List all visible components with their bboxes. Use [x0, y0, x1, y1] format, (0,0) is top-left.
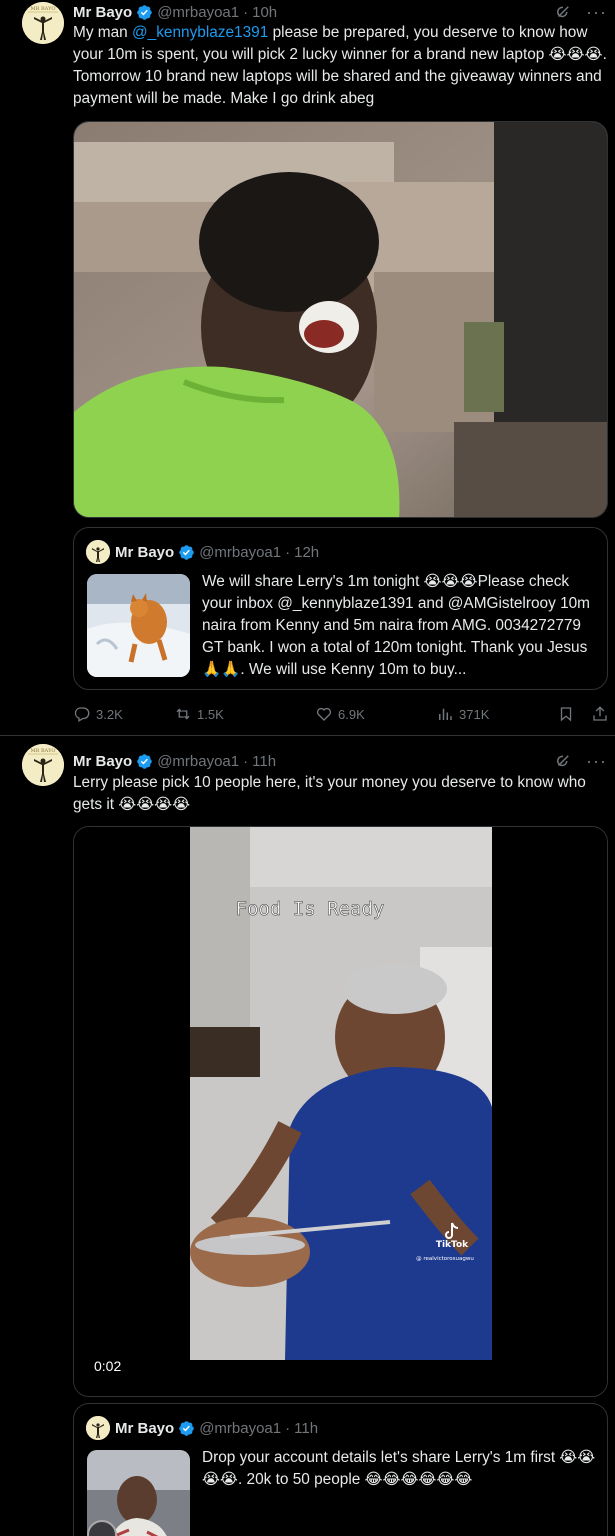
separator-dot: · [243, 752, 249, 770]
laughing-kid-image [74, 122, 607, 517]
view-count: 371K [459, 706, 490, 722]
quoted-avatar [86, 540, 110, 564]
repost-button[interactable]: 1.5K [174, 705, 224, 723]
svg-text:MR BAYO: MR BAYO [31, 748, 56, 754]
author-handle[interactable]: @mrbayoa1 [157, 753, 239, 770]
bookmark-icon [560, 707, 572, 722]
timestamp[interactable]: 11h [252, 753, 276, 770]
quoted-tweet-text: Drop your account details let's share Le… [202, 1449, 596, 1488]
person-in-car-image [87, 1450, 190, 1536]
video-duration: 0:02 [94, 1358, 122, 1374]
more-options-icon[interactable]: ··· [586, 752, 607, 770]
grok-icon[interactable] [554, 3, 572, 21]
timestamp: 12h [294, 543, 320, 561]
tweet[interactable]: MR BAYO Mr Bayo @mrbayoa1 · 11h ··· Lerr… [0, 737, 615, 1536]
heart-icon [316, 707, 332, 721]
author-name[interactable]: Mr Bayo [73, 4, 132, 21]
bookmark-button[interactable] [557, 705, 575, 723]
video-frame: Food Is Ready TikTok @ realvictorosuagwu [74, 827, 607, 1396]
author-handle: @mrbayoa1 [199, 1419, 282, 1437]
tweet-text: Lerry please pick 10 people here, it's y… [73, 774, 586, 813]
avatar-image: MR BAYO [22, 2, 64, 44]
avatar-image [86, 540, 110, 564]
author-name: Mr Bayo [115, 1419, 175, 1437]
timestamp[interactable]: 10h [252, 4, 277, 21]
like-count: 6.9K [338, 706, 365, 722]
author-name[interactable]: Mr Bayo [73, 753, 132, 770]
share-icon [593, 706, 607, 721]
quoted-tweet[interactable]: Mr Bayo @mrbayoa1 · 12h We will share Le… [73, 527, 608, 690]
views-chart-icon [439, 708, 452, 720]
quoted-thumbnail [87, 574, 190, 677]
verified-badge-icon [179, 1420, 194, 1436]
repost-count: 1.5K [197, 706, 224, 722]
avatar-image: MR BAYO [22, 744, 64, 786]
video-caption: Food Is Ready [236, 898, 385, 920]
reply-button[interactable]: 3.2K [73, 705, 123, 723]
verified-badge-icon [137, 753, 152, 769]
author-name: Mr Bayo [115, 543, 175, 561]
quoted-thumbnail [87, 1450, 190, 1536]
like-button[interactable]: 6.9K [315, 705, 365, 723]
tweet-header: Mr Bayo @mrbayoa1 · 10h ··· [73, 0, 607, 24]
tweet-video[interactable]: Food Is Ready TikTok @ realvictorosuagwu… [73, 826, 608, 1397]
tweet-image[interactable] [73, 121, 608, 518]
quoted-avatar [86, 1416, 110, 1440]
separator-dot: · [285, 543, 291, 561]
avatar[interactable]: MR BAYO [22, 744, 64, 786]
author-handle[interactable]: @mrbayoa1 [157, 4, 239, 21]
reply-count: 3.2K [96, 706, 123, 722]
avatar-image [86, 1416, 110, 1440]
timestamp: 11h [294, 1419, 319, 1437]
tweet-text-part: My man [73, 24, 133, 41]
separator-dot: · [243, 3, 249, 21]
views-button[interactable]: 371K [436, 705, 489, 723]
tweet-actions: 3.2K 1.5K 6.9K 371K [73, 700, 613, 728]
grok-icon[interactable] [554, 752, 572, 770]
more-options-icon[interactable]: ··· [586, 3, 607, 21]
cat-in-snow-image [87, 574, 190, 677]
separator-dot: · [285, 1419, 291, 1437]
repost-icon [176, 708, 190, 720]
tweet-text: My man @_kennyblaze1391 please be prepar… [73, 22, 613, 110]
tweet[interactable]: MR BAYO Mr Bayo @mrbayoa1 · 10h ··· My m… [0, 0, 615, 736]
verified-badge-icon [137, 4, 152, 20]
svg-text:MR BAYO: MR BAYO [31, 6, 56, 12]
quoted-tweet-header: Mr Bayo @mrbayoa1 · 12h [86, 540, 319, 564]
avatar[interactable]: MR BAYO [22, 2, 64, 44]
quoted-tweet-header: Mr Bayo @mrbayoa1 · 11h [86, 1416, 318, 1440]
tweet-header: Mr Bayo @mrbayoa1 · 11h ··· [73, 749, 607, 773]
mention-link[interactable]: @_kennyblaze1391 [132, 24, 268, 41]
tiktok-handle: @ realvictorosuagwu [416, 1256, 474, 1262]
quoted-tweet-text: We will share Lerry's 1m tonight 😭😭😭Plea… [202, 573, 591, 678]
reply-icon [74, 707, 90, 722]
author-handle: @mrbayoa1 [199, 543, 282, 561]
tiktok-watermark: TikTok [436, 1240, 469, 1250]
verified-badge-icon [179, 544, 194, 560]
share-button[interactable] [591, 705, 609, 723]
quoted-tweet[interactable]: Mr Bayo @mrbayoa1 · 11h Drop your accoun… [73, 1403, 608, 1536]
